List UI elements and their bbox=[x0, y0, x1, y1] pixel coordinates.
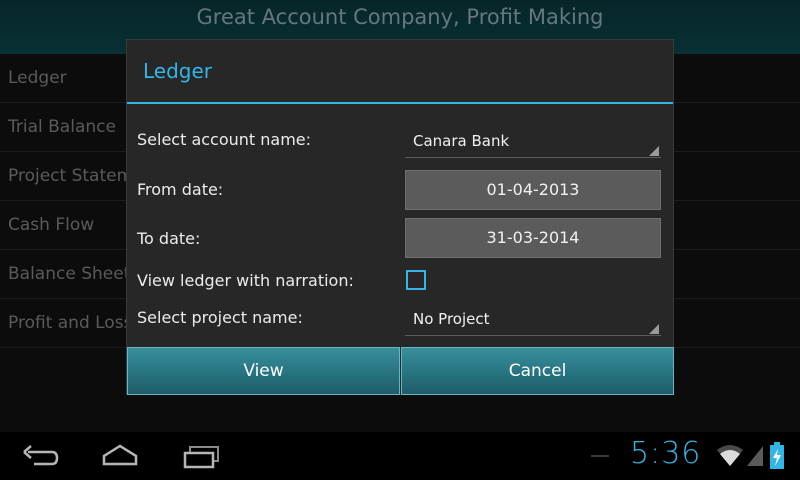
battery-icon bbox=[770, 442, 784, 469]
recent-apps-icon[interactable] bbox=[182, 442, 222, 470]
project-spinner[interactable]: No Project bbox=[405, 302, 661, 336]
dialog-title: Ledger bbox=[143, 59, 213, 83]
notification-indicator bbox=[591, 455, 609, 457]
signal-icon bbox=[747, 446, 763, 466]
ledger-dialog: Ledger Select account name: Canara Bank … bbox=[126, 39, 674, 395]
wifi-icon bbox=[717, 445, 743, 466]
back-icon[interactable] bbox=[20, 442, 60, 470]
narration-checkbox[interactable] bbox=[406, 270, 426, 290]
project-spinner-value: No Project bbox=[413, 310, 490, 328]
account-spinner[interactable]: Canara Bank bbox=[405, 124, 661, 158]
to-date-label: To date: bbox=[137, 229, 201, 248]
view-button[interactable]: View bbox=[127, 347, 400, 395]
project-label: Select project name: bbox=[137, 308, 303, 327]
system-navigation-bar: 5:36 bbox=[0, 432, 800, 480]
account-label: Select account name: bbox=[137, 130, 312, 149]
from-date-field[interactable]: 01-04-2013 bbox=[405, 170, 661, 210]
spinner-arrow-icon bbox=[649, 324, 659, 334]
spinner-arrow-icon bbox=[649, 146, 659, 156]
clock: 5:36 bbox=[630, 436, 702, 471]
from-date-label: From date: bbox=[137, 180, 224, 199]
title-divider bbox=[127, 102, 673, 104]
to-date-field[interactable]: 31-03-2014 bbox=[405, 218, 661, 258]
narration-label: View ledger with narration: bbox=[137, 271, 354, 290]
cancel-button[interactable]: Cancel bbox=[401, 347, 674, 395]
account-spinner-value: Canara Bank bbox=[413, 132, 510, 150]
home-icon[interactable] bbox=[100, 442, 140, 470]
